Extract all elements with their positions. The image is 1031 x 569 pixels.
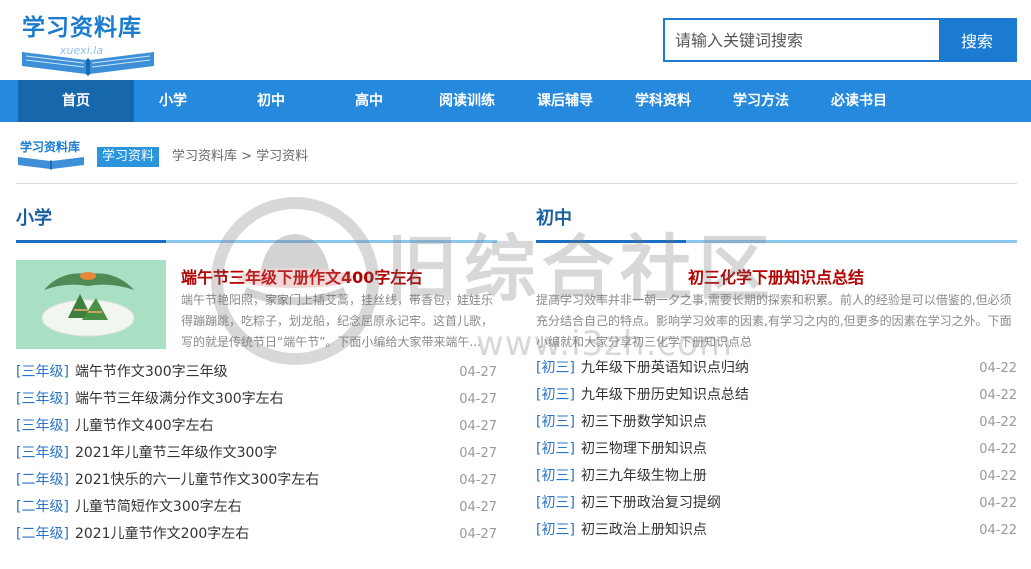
breadcrumb: 学习资料库 学习资料 学习资料库 > 学习资料 — [16, 136, 1016, 170]
search-input[interactable] — [665, 20, 941, 60]
nav-item-home[interactable]: 首页 — [18, 80, 134, 122]
item-date: 04-22 — [979, 442, 1017, 457]
main-nav: 首页 小学 初中 高中 阅读训练 课后辅导 学科资料 学习方法 必读书目 — [0, 80, 1031, 122]
item-date: 04-22 — [979, 361, 1017, 376]
item-tag[interactable]: [初三] — [536, 522, 575, 538]
site-logo[interactable]: 学习资料库 xuexi.la — [18, 6, 158, 76]
item-tag[interactable]: [初三] — [536, 387, 575, 403]
item-date: 04-27 — [459, 500, 497, 515]
item-title[interactable]: 2021儿童节作文200字左右 — [75, 526, 249, 542]
article-list: [三年级] 端午节作文300字三年级 04-27 [三年级] 端午节三年级满分作文30… — [16, 359, 497, 548]
item-tag[interactable]: [初三] — [536, 495, 575, 511]
item-date: 04-27 — [459, 365, 497, 380]
item-date: 04-27 — [459, 527, 497, 542]
logo-title: 学习资料库 — [22, 15, 142, 41]
item-date: 04-22 — [979, 388, 1017, 403]
item-date: 04-22 — [979, 469, 1017, 484]
item-title[interactable]: 端午节三年级满分作文300字左右 — [75, 391, 284, 407]
item-title[interactable]: 端午节作文300字三年级 — [75, 364, 228, 380]
item-tag[interactable]: [初三] — [536, 441, 575, 457]
item-tag[interactable]: [二年级] — [16, 472, 69, 488]
featured-image[interactable] — [16, 260, 166, 349]
item-title[interactable]: 2021快乐的六一儿童节作文300字左右 — [75, 472, 319, 488]
item-tag[interactable]: [三年级] — [16, 445, 69, 461]
item-date: 04-22 — [979, 415, 1017, 430]
section-title[interactable]: 小学 — [16, 200, 497, 230]
item-tag[interactable]: [初三] — [536, 360, 575, 376]
nav-item-books[interactable]: 必读书目 — [814, 80, 904, 122]
item-date: 04-22 — [979, 523, 1017, 538]
item-date: 04-27 — [459, 419, 497, 434]
list-item[interactable]: [初三] 初三政治上册知识点 04-22 — [536, 517, 1017, 544]
item-date: 04-22 — [979, 496, 1017, 511]
item-title[interactable]: 儿童节简短作文300字左右 — [75, 499, 242, 515]
section-junior: 初中 初三化学下册知识点总结 提高学习效率并非一朝一夕之事,需要长期的探索和积累… — [536, 200, 1017, 538]
featured-description: 端午节艳阳照，家家门上插艾蒿，挂丝线，带香包，娃娃乐得蹦蹦跳，吃粽子，划龙船，纪… — [181, 293, 494, 349]
nav-item-primary[interactable]: 小学 — [134, 80, 212, 122]
item-title[interactable]: 初三物理下册知识点 — [581, 441, 707, 457]
section-title[interactable]: 初中 — [536, 200, 1017, 230]
nav-item-senior[interactable]: 高中 — [330, 80, 408, 122]
list-item[interactable]: [初三] 初三九年级生物上册 04-22 — [536, 463, 1017, 490]
item-title[interactable]: 初三政治上册知识点 — [581, 522, 707, 538]
item-tag[interactable]: [二年级] — [16, 526, 69, 542]
list-item[interactable]: [二年级] 2021儿童节作文200字左右 04-27 — [16, 521, 497, 548]
list-item[interactable]: [初三] 九年级下册英语知识点归纳 04-22 — [536, 355, 1017, 382]
nav-item-junior[interactable]: 初中 — [232, 80, 310, 122]
item-title[interactable]: 初三下册数学知识点 — [581, 414, 707, 430]
list-item[interactable]: [初三] 初三物理下册知识点 04-22 — [536, 436, 1017, 463]
item-date: 04-27 — [459, 392, 497, 407]
item-tag[interactable]: [初三] — [536, 468, 575, 484]
item-tag[interactable]: [初三] — [536, 414, 575, 430]
item-tag[interactable]: [三年级] — [16, 391, 69, 407]
breadcrumb-logo-text: 学习资料库 — [20, 140, 81, 154]
logo-subtitle: xuexi.la — [60, 44, 104, 57]
list-item[interactable]: [三年级] 端午节作文300字三年级 04-27 — [16, 359, 497, 386]
list-item[interactable]: [三年级] 儿童节作文400字左右 04-27 — [16, 413, 497, 440]
search-button[interactable]: 搜索 — [939, 20, 1015, 60]
item-date: 04-27 — [459, 446, 497, 461]
list-item[interactable]: [三年级] 2021年儿童节三年级作文300字 04-27 — [16, 440, 497, 467]
list-item[interactable]: [二年级] 2021快乐的六一儿童节作文300字左右 04-27 — [16, 467, 497, 494]
list-item[interactable]: [初三] 九年级下册历史知识点总结 04-22 — [536, 382, 1017, 409]
list-item[interactable]: [初三] 初三下册数学知识点 04-22 — [536, 409, 1017, 436]
item-title[interactable]: 九年级下册历史知识点总结 — [581, 387, 749, 403]
nav-item-tutoring[interactable]: 课后辅导 — [520, 80, 610, 122]
zongzi-illustration — [16, 260, 166, 349]
book-icon-small — [18, 157, 84, 170]
breadcrumb-path[interactable]: 学习资料库 > 学习资料 — [172, 147, 308, 167]
item-tag[interactable]: [二年级] — [16, 499, 69, 515]
site-header: 学习资料库 xuexi.la 搜索 — [0, 0, 1031, 80]
item-title[interactable]: 儿童节作文400字左右 — [75, 418, 214, 434]
article-list: [初三] 九年级下册英语知识点归纳 04-22 [初三] 九年级下册历史知识点总结 04… — [536, 355, 1017, 544]
nav-item-subjects[interactable]: 学科资料 — [618, 80, 708, 122]
list-item[interactable]: [初三] 初三下册政治复习提纲 04-22 — [536, 490, 1017, 517]
list-item[interactable]: [二年级] 儿童节简短作文300字左右 04-27 — [16, 494, 497, 521]
item-title[interactable]: 2021年儿童节三年级作文300字 — [75, 445, 277, 461]
search-box: 搜索 — [663, 18, 1017, 62]
featured-description: 提高学习效率并非一朝一夕之事,需要长期的探索和积累。前人的经验是可以借鉴的,但必… — [536, 293, 1012, 349]
section-underline — [16, 240, 497, 244]
item-tag[interactable]: [三年级] — [16, 418, 69, 434]
nav-item-methods[interactable]: 学习方法 — [716, 80, 806, 122]
item-title[interactable]: 初三下册政治复习提纲 — [581, 495, 721, 511]
divider — [16, 183, 1017, 184]
item-tag[interactable]: [三年级] — [16, 364, 69, 380]
section-primary: 小学 端午节三年级下册作文400字左右 端午节艳阳照，家家门上插艾蒿，挂丝线，带… — [16, 200, 497, 542]
list-item[interactable]: [三年级] 端午节三年级满分作文300字左右 04-27 — [16, 386, 497, 413]
breadcrumb-tag[interactable]: 学习资料 — [97, 147, 160, 167]
nav-item-reading[interactable]: 阅读训练 — [422, 80, 512, 122]
featured-title[interactable]: 初三化学下册知识点总结 — [688, 264, 864, 288]
item-title[interactable]: 九年级下册英语知识点归纳 — [581, 360, 749, 376]
featured-title[interactable]: 端午节三年级下册作文400字左右 — [181, 264, 422, 288]
section-underline — [536, 240, 1017, 244]
item-title[interactable]: 初三九年级生物上册 — [581, 468, 707, 484]
item-date: 04-27 — [459, 473, 497, 488]
